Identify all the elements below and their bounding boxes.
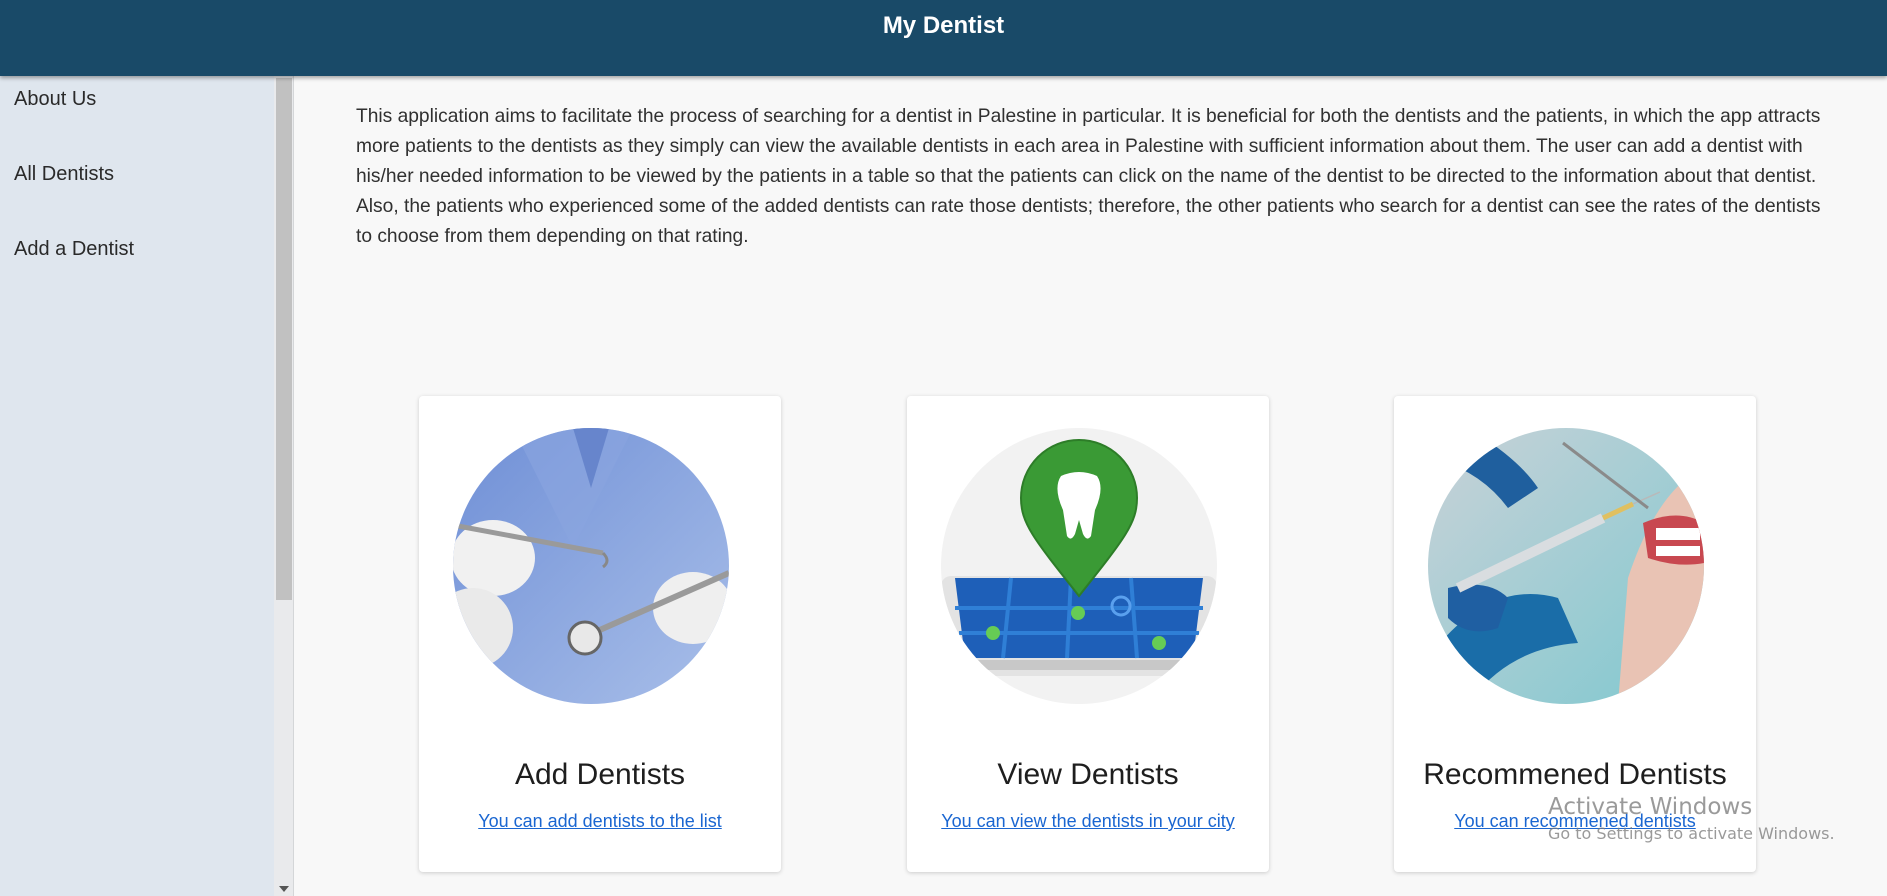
watermark-line-1: Activate Windows [1548,794,1753,820]
main-content: This application aims to facilitate the … [295,76,1887,896]
sidebar: About Us All Dentists Add a Dentist [0,76,274,896]
link-add-dentists[interactable]: You can add dentists to the list [419,811,781,832]
scrollbar-thumb[interactable] [276,78,292,600]
link-view-dentists[interactable]: You can view the dentists in your city [907,811,1269,832]
intro-paragraph: This application aims to facilitate the … [356,106,1821,247]
card-title-add-dentists: Add Dentists [514,758,686,791]
sidebar-item-all-dentists[interactable]: All Dentists [14,163,114,186]
watermark-line-2: Go to Settings to activate Windows. [1548,824,1835,843]
dental-procedure-image [1428,428,1704,704]
sidebar-scrollbar[interactable] [274,76,294,896]
sidebar-item-add-dentist[interactable]: Add a Dentist [14,238,134,261]
dental-tools-image [453,428,729,704]
app-title: My Dentist [882,12,1005,39]
scroll-down-arrow-icon[interactable] [279,886,289,892]
sidebar-item-about-us[interactable]: About Us [14,88,96,111]
app-header: My Dentist [0,0,1887,76]
card-add-dentists: Add Dentists You can add dentists to the… [419,396,781,872]
card-title-recommend-dentists: Recommened Dentists [1423,758,1727,791]
card-view-dentists: View Dentists You can view the dentists … [907,396,1269,872]
windows-activation-watermark: Activate Windows Go to Settings to activ… [1548,794,1835,843]
tooth-map-pin-image [941,428,1217,704]
card-title-view-dentists: View Dentists [997,758,1179,791]
